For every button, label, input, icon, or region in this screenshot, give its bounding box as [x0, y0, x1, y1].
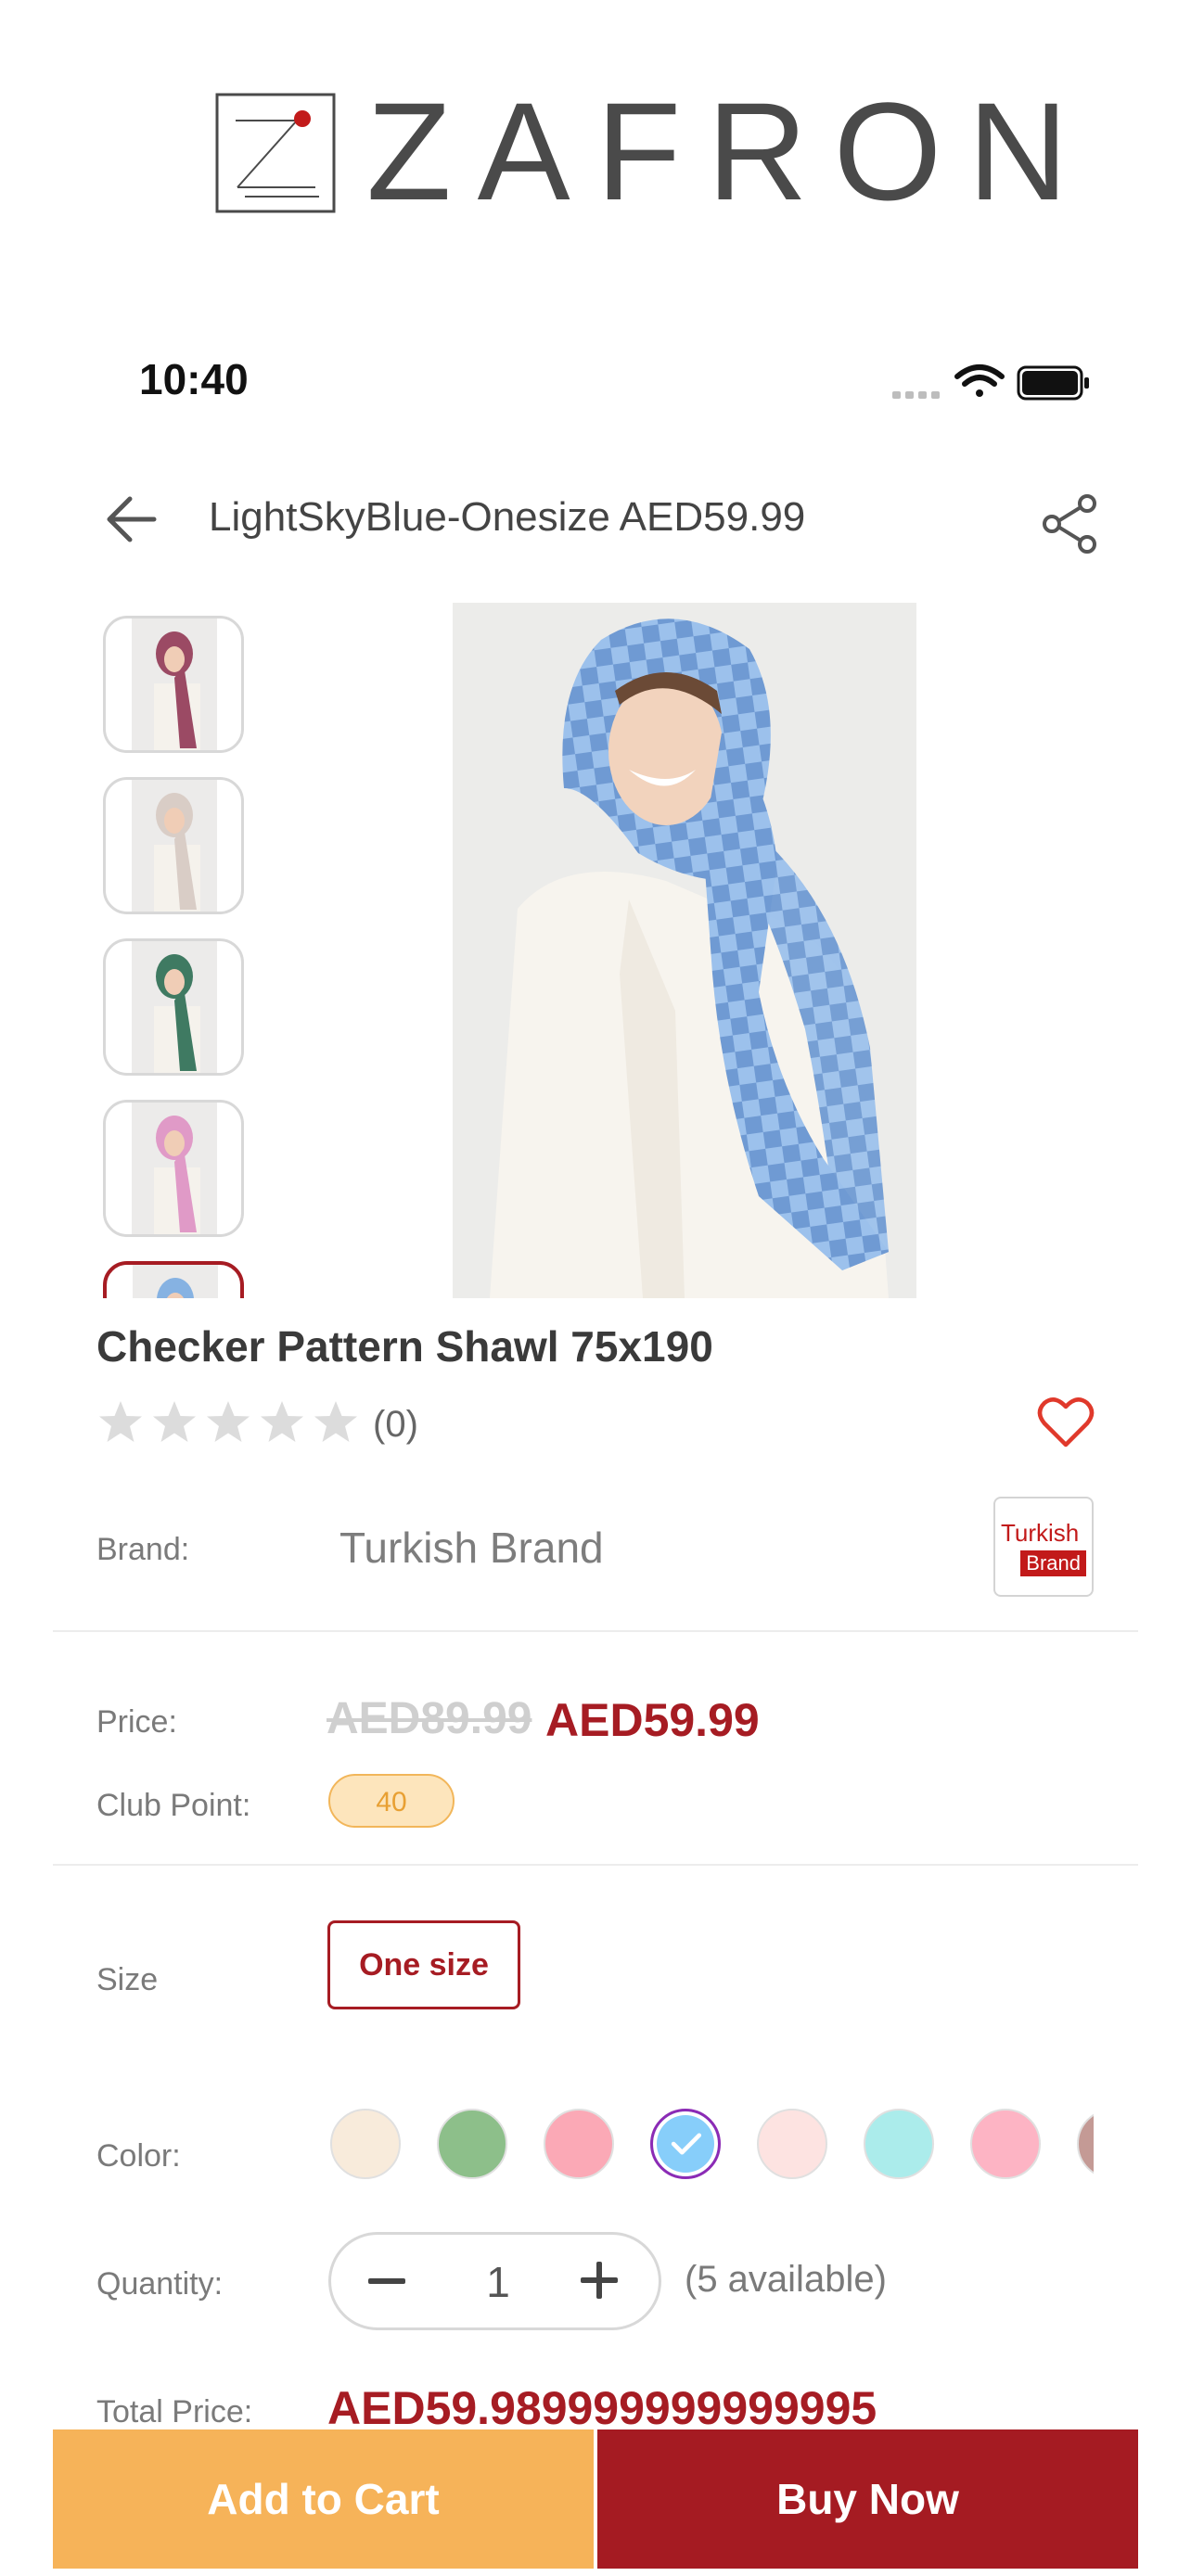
- quantity-stepper: 1: [328, 2232, 661, 2330]
- plus-icon[interactable]: [578, 2259, 621, 2302]
- add-to-cart-button[interactable]: Add to Cart: [53, 2429, 594, 2569]
- model-thumbnail-image: [132, 941, 217, 1073]
- brand-logo-text: Brand: [1020, 1550, 1086, 1576]
- thumbnail-strip: [93, 603, 260, 1298]
- star-icon: [153, 1401, 196, 1442]
- heart-icon[interactable]: [1037, 1396, 1095, 1449]
- brand-value[interactable]: Turkish Brand: [339, 1523, 604, 1573]
- color-swatch[interactable]: [757, 2109, 827, 2179]
- star-icon: [261, 1401, 303, 1442]
- brand-banner: ZAFRON: [0, 0, 1191, 306]
- club-point-badge: 40: [328, 1774, 455, 1828]
- color-swatch[interactable]: [864, 2109, 934, 2179]
- brand-name: ZAFRON: [366, 73, 1095, 229]
- thumbnail-selected[interactable]: [103, 1261, 244, 1298]
- share-icon[interactable]: [1041, 493, 1100, 555]
- size-option-one-size[interactable]: One size: [327, 1920, 520, 2009]
- status-icons: [892, 364, 1089, 401]
- minus-icon[interactable]: [366, 2261, 407, 2302]
- wifi-icon: [954, 364, 1005, 397]
- quantity-value: 1: [486, 2258, 510, 2306]
- sale-price: AED59.99: [545, 1694, 760, 1746]
- status-time: 10:40: [139, 355, 249, 403]
- quantity-label: Quantity:: [96, 2266, 224, 2302]
- divider: [53, 1864, 1138, 1866]
- checkmark-icon: [671, 2133, 702, 2155]
- product-main-image: [453, 603, 916, 1298]
- brand-label: Brand:: [96, 1532, 190, 1567]
- arrow-left-icon[interactable]: [104, 491, 160, 547]
- product-title: Checker Pattern Shawl 75x190: [96, 1322, 713, 1371]
- review-count: (0): [373, 1404, 418, 1445]
- original-price: AED89.99: [327, 1694, 532, 1743]
- color-swatch[interactable]: [1077, 2109, 1094, 2179]
- color-swatch[interactable]: [330, 2109, 401, 2179]
- buy-now-button[interactable]: Buy Now: [597, 2429, 1138, 2569]
- model-thumbnail-image: [132, 1103, 217, 1234]
- color-swatch[interactable]: [650, 2109, 721, 2179]
- thumbnail[interactable]: [103, 777, 244, 914]
- total-price-label: Total Price:: [96, 2394, 253, 2429]
- brand-logo-text: Turkish: [1001, 1519, 1080, 1547]
- color-swatches: [330, 2098, 1094, 2194]
- divider: [53, 1630, 1138, 1632]
- color-label: Color:: [96, 2138, 181, 2174]
- star-icon: [207, 1401, 250, 1442]
- model-thumbnail-image: [132, 780, 217, 912]
- price-label: Price:: [96, 1704, 177, 1740]
- brand-logo[interactable]: Turkish Brand: [993, 1497, 1094, 1597]
- total-price-value: AED59.989999999999995: [327, 2382, 877, 2434]
- zafron-logo-icon: [215, 93, 336, 213]
- color-swatch[interactable]: [970, 2109, 1041, 2179]
- rating-stars: [96, 1398, 365, 1447]
- model-thumbnail-image: [132, 618, 217, 750]
- star-icon: [314, 1401, 357, 1442]
- model-thumbnail-image: [133, 1265, 218, 1298]
- club-point-label: Club Point:: [96, 1788, 251, 1823]
- thumbnail[interactable]: [103, 1100, 244, 1237]
- thumbnail[interactable]: [103, 616, 244, 753]
- color-swatch[interactable]: [544, 2109, 614, 2179]
- quantity-available: (5 available): [685, 2259, 887, 2300]
- header-title: LightSkyBlue-Onesize AED59.99: [209, 494, 806, 540]
- battery-icon: [1017, 365, 1089, 401]
- star-icon: [99, 1401, 142, 1442]
- thumbnail[interactable]: [103, 938, 244, 1076]
- color-swatch[interactable]: [437, 2109, 507, 2179]
- size-label: Size: [96, 1962, 159, 1997]
- signal-icon: [892, 391, 940, 399]
